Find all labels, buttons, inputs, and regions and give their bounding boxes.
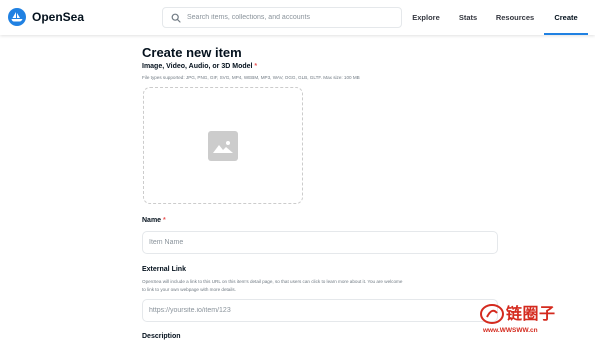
page: OpenSea Explore Stats Resources Create C… (0, 0, 595, 343)
external-link-label: External Link (142, 266, 186, 273)
page-title: Create new item (142, 45, 242, 60)
search-input[interactable] (187, 14, 397, 21)
name-input[interactable] (149, 239, 497, 246)
opensea-logo[interactable]: OpenSea (8, 8, 84, 26)
search-icon (171, 13, 181, 23)
brand-name: OpenSea (32, 10, 85, 24)
nav-create[interactable]: Create (544, 0, 588, 35)
required-mark: * (254, 63, 258, 70)
name-label: Name * (142, 217, 166, 224)
external-link-help-line-2: to link to your own webpage with more de… (142, 286, 236, 292)
image-icon (208, 130, 238, 161)
nav-explore[interactable]: Explore (405, 0, 447, 35)
description-label: Description (142, 333, 181, 340)
search-bar[interactable] (162, 7, 402, 28)
required-mark: * (163, 217, 166, 224)
watermark-url: www.WWSWW.cn (483, 327, 538, 334)
media-upload-dropzone[interactable] (143, 87, 303, 204)
watermark: 链圈子 www.WWSWW.cn (478, 300, 595, 343)
watermark-brand: 链圈子 (506, 306, 556, 323)
media-label-text: Image, Video, Audio, or 3D Model (142, 63, 253, 70)
nav-stats[interactable]: Stats (450, 0, 486, 35)
media-help-text: File types supported: JPG, PNG, GIF, SVG… (142, 75, 360, 80)
name-label-text: Name (142, 217, 162, 224)
name-field[interactable] (142, 231, 498, 254)
nav-resources[interactable]: Resources (490, 0, 540, 35)
external-link-field[interactable] (142, 299, 498, 322)
opensea-boat-icon (8, 8, 26, 26)
watermark-logo-icon (480, 304, 504, 324)
external-link-input[interactable] (149, 307, 497, 314)
media-label: Image, Video, Audio, or 3D Model * (142, 63, 257, 70)
top-navbar: OpenSea Explore Stats Resources Create (0, 0, 595, 35)
external-link-help-line-1: OpenSea will include a link to this URL … (142, 279, 403, 284)
